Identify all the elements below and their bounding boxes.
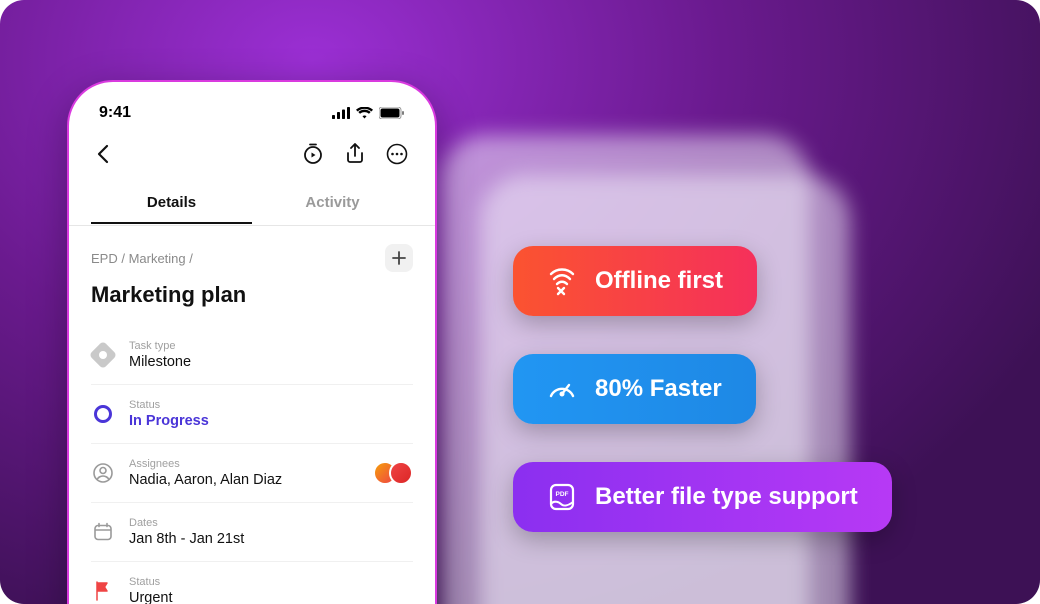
tabs: Details Activity	[69, 182, 435, 226]
page-title: Marketing plan	[91, 282, 413, 308]
notch	[182, 100, 282, 126]
assignees-value: Nadia, Aaron, Alan Diaz	[129, 472, 359, 488]
dates-value: Jan 8th - Jan 21st	[129, 531, 413, 547]
field-task-type[interactable]: Task type Milestone	[91, 326, 413, 385]
assignees-label: Assignees	[129, 458, 359, 470]
avatar	[389, 461, 413, 485]
task-type-value: Milestone	[129, 354, 413, 370]
field-assignees[interactable]: Assignees Nadia, Aaron, Alan Diaz	[91, 444, 413, 503]
badge-offline-text: Offline first	[595, 267, 723, 295]
battery-icon	[379, 107, 405, 119]
dates-label: Dates	[129, 517, 413, 529]
badge-filetype: PDF Better file type support	[513, 462, 892, 532]
badge-faster: 80% Faster	[513, 354, 756, 424]
status-icons	[332, 107, 405, 119]
badge-faster-text: 80% Faster	[595, 375, 722, 403]
back-button[interactable]	[91, 142, 115, 166]
breadcrumb-row: EPD / Marketing /	[91, 244, 413, 272]
status-circle-icon	[91, 402, 115, 426]
add-button[interactable]	[385, 244, 413, 272]
svg-text:PDF: PDF	[556, 491, 569, 498]
task-type-label: Task type	[129, 340, 413, 352]
tab-activity[interactable]: Activity	[252, 182, 413, 225]
speedometer-icon	[547, 374, 577, 404]
field-status[interactable]: Status In Progress	[91, 385, 413, 444]
badge-offline: Offline first	[513, 246, 757, 316]
status-label: Status	[129, 399, 413, 411]
milestone-icon	[91, 343, 115, 367]
flag-icon	[91, 579, 115, 603]
timer-icon[interactable]	[301, 142, 325, 166]
status-value: In Progress	[129, 413, 413, 429]
share-icon[interactable]	[343, 142, 367, 166]
header	[69, 130, 435, 174]
badge-filetype-text: Better file type support	[595, 483, 858, 511]
status-time: 9:41	[99, 104, 131, 122]
person-icon	[91, 461, 115, 485]
assignee-avatars	[373, 461, 413, 485]
header-actions	[301, 142, 409, 166]
more-icon[interactable]	[385, 142, 409, 166]
priority-value: Urgent	[129, 590, 413, 604]
field-dates[interactable]: Dates Jan 8th - Jan 21st	[91, 503, 413, 562]
offline-icon	[547, 266, 577, 296]
breadcrumb[interactable]: EPD / Marketing /	[91, 251, 193, 266]
status-bar: 9:41	[69, 92, 435, 130]
calendar-icon	[91, 520, 115, 544]
wifi-icon	[356, 107, 373, 119]
content: EPD / Marketing / Marketing plan Task ty…	[69, 226, 435, 604]
field-priority[interactable]: Status Urgent	[91, 562, 413, 604]
phone-frame: 9:41	[67, 80, 437, 604]
priority-label: Status	[129, 576, 413, 588]
pdf-icon: PDF	[547, 482, 577, 512]
cellular-icon	[332, 107, 350, 119]
tab-details[interactable]: Details	[91, 182, 252, 225]
promo-canvas: 9:41	[0, 0, 1040, 604]
